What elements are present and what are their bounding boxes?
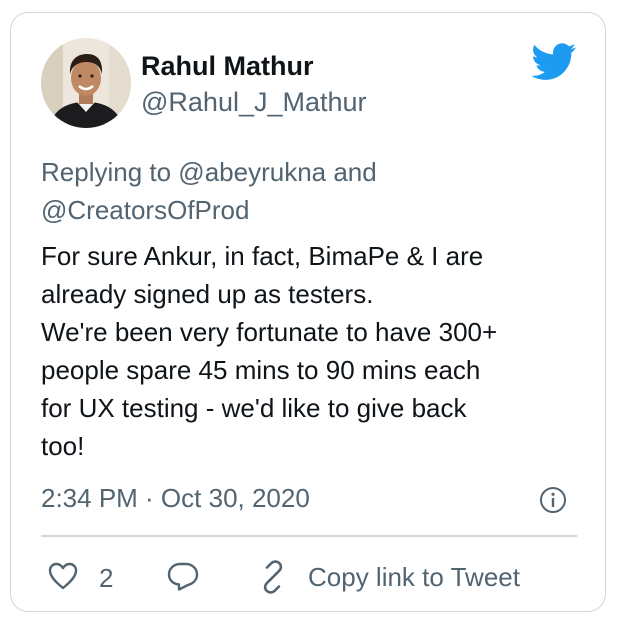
replying-to-line-2[interactable]: @CreatorsOfProd <box>41 195 249 226</box>
link-icon <box>263 560 283 594</box>
copy-link-button[interactable]: Copy link to Tweet <box>256 557 520 597</box>
tweet-body-line: people spare 45 mins to 90 mins each <box>41 355 481 385</box>
twitter-bird-icon[interactable] <box>531 43 577 81</box>
tweet-body-line: for UX testing - we'd like to give back <box>41 393 467 423</box>
heart-icon[interactable] <box>47 561 79 591</box>
replying-to-line-1[interactable]: Replying to @abeyrukna and <box>41 157 377 188</box>
tweet-body-line: too! <box>41 431 85 461</box>
divider <box>41 535 577 537</box>
tweet-card[interactable]: Rahul Mathur @Rahul_J_Mathur Replying to… <box>10 12 606 612</box>
author-name[interactable]: Rahul Mathur <box>141 51 314 82</box>
tweet-body-line: We're been very fortunate to have 300+ <box>41 317 498 347</box>
author-handle[interactable]: @Rahul_J_Mathur <box>141 87 367 118</box>
info-icon[interactable] <box>539 486 567 514</box>
avatar-image <box>41 38 131 128</box>
tweet-timestamp[interactable]: 2:34 PM · Oct 30, 2020 <box>41 483 310 514</box>
like-count[interactable]: 2 <box>99 563 113 594</box>
copy-link-label: Copy link to Tweet <box>308 561 520 592</box>
avatar[interactable] <box>41 38 131 128</box>
tweet-body-line: already signed up as testers. <box>41 279 374 309</box>
tweet-body-line: For sure Ankur, in fact, BimaPe & I are <box>41 241 484 271</box>
reply-icon[interactable] <box>166 560 200 592</box>
